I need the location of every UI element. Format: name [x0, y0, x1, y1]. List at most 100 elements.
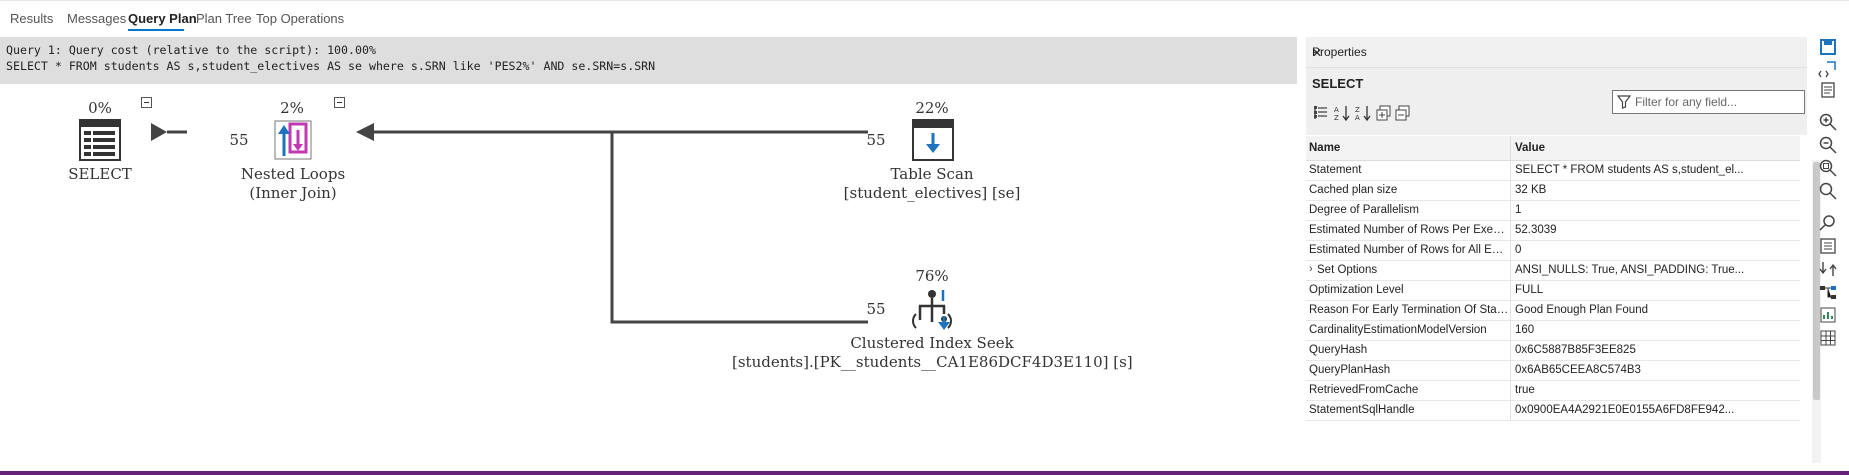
tab-messages[interactable]: Messages	[67, 11, 126, 26]
nested-loops-cost: 2%	[280, 99, 304, 117]
property-value: 0	[1515, 244, 1522, 256]
property-value: Good Enough Plan Found	[1515, 304, 1648, 316]
property-value: 0x6AB65CEEA8C574B3	[1515, 364, 1641, 376]
row-divider	[1510, 320, 1511, 340]
property-value: 32 KB	[1515, 184, 1547, 196]
open-query-icon[interactable]	[1818, 80, 1838, 100]
results-tab-bar: Results Messages Query Plan Plan Tree To…	[0, 2, 1849, 36]
property-row[interactable]: Reason For Early Termination Of Stateme.…	[1306, 300, 1800, 321]
expand-all-icon[interactable]	[1375, 104, 1393, 122]
column-divider[interactable]	[1510, 136, 1511, 160]
properties-filter-input[interactable]	[1635, 93, 1800, 111]
property-name: Estimated Number of Rows for All Execut.…	[1309, 244, 1509, 256]
edge-index-seek-to-nested-loops	[610, 132, 868, 324]
collapse-select-button[interactable]	[141, 97, 152, 108]
tab-plan-tree[interactable]: Plan Tree	[196, 11, 252, 26]
table-scan-label: Table Scan	[890, 165, 974, 183]
sort-descending-icon[interactable]: Z A	[1354, 104, 1372, 122]
tab-top-operations[interactable]: Top Operations	[256, 11, 344, 26]
tab-query-plan[interactable]: Query Plan	[128, 11, 197, 26]
property-value: SELECT * FROM students AS s,student_el..…	[1515, 164, 1744, 176]
filter-icon	[1617, 95, 1631, 109]
close-icon[interactable]: ✕	[1312, 45, 1799, 61]
zoom-in-icon[interactable]	[1818, 112, 1838, 132]
properties-filter-box[interactable]	[1612, 90, 1805, 114]
property-row[interactable]: Degree of Parallelism 1	[1306, 200, 1800, 221]
grid-view-icon[interactable]	[1818, 328, 1838, 348]
property-row[interactable]: Estimated Number of Rows Per Execution 52…	[1306, 220, 1800, 241]
clustered-index-seek-icon[interactable]	[910, 286, 956, 330]
row-divider	[1510, 240, 1511, 260]
svg-text:Z: Z	[1355, 106, 1360, 114]
property-row[interactable]: QueryHash 0x6C5887B85F3EE825	[1306, 340, 1800, 361]
column-header-name: Name	[1309, 142, 1341, 154]
custom-zoom-icon[interactable]	[1818, 181, 1838, 201]
property-name: Cached plan size	[1309, 184, 1398, 196]
chevron-right-icon[interactable]: ›	[1309, 263, 1313, 275]
zoom-to-fit-icon[interactable]	[1818, 158, 1838, 178]
property-row[interactable]: CardinalityEstimationModelVersion 160	[1306, 320, 1800, 341]
row-divider	[1510, 160, 1511, 180]
property-name: QueryPlanHash	[1309, 364, 1391, 376]
nested-loops-icon[interactable]	[272, 118, 314, 162]
column-header-value: Value	[1515, 142, 1546, 154]
property-name: CardinalityEstimationModelVersion	[1309, 324, 1487, 336]
property-name: Optimization Level	[1309, 284, 1404, 296]
tab-results[interactable]: Results	[10, 11, 53, 26]
status-bar	[0, 471, 1849, 475]
categorized-sort-icon[interactable]	[1312, 104, 1330, 122]
edge-rows-scan-to-nested: 55	[866, 131, 886, 149]
property-row[interactable]: QueryPlanHash 0x6AB65CEEA8C574B3	[1306, 360, 1800, 381]
property-name: Set Options	[1317, 264, 1378, 276]
property-value: 0x0900EA4A2921E0E0155A6FD8FE942...	[1515, 404, 1735, 416]
find-node-icon[interactable]	[1818, 213, 1838, 233]
index-seek-label: Clustered Index Seek	[850, 334, 1014, 352]
save-icon[interactable]	[1818, 37, 1838, 57]
properties-object-header: SELECT A Z Z A	[1306, 68, 1807, 135]
row-divider	[1510, 220, 1511, 240]
row-divider	[1510, 180, 1511, 200]
row-divider	[1510, 360, 1511, 380]
select-label: SELECT	[68, 165, 132, 183]
property-row-set-options[interactable]: › Set Options ANSI_NULLS: True, ANSI_PADDI…	[1306, 260, 1800, 281]
show-xml-icon[interactable]	[1818, 59, 1838, 79]
compare-plan-icon[interactable]	[1818, 259, 1838, 279]
plan-action-sidebar	[1807, 37, 1849, 457]
table-scan-icon[interactable]	[912, 119, 954, 161]
zoom-out-icon[interactable]	[1818, 135, 1838, 155]
plan-tree-icon[interactable]	[1818, 282, 1838, 302]
query-cost-line: Query 1: Query cost (relative to the scr…	[6, 43, 376, 57]
property-row[interactable]: Cached plan size 32 KB	[1306, 180, 1800, 201]
sort-ascending-icon[interactable]: A Z	[1333, 104, 1351, 122]
query-header: Query 1: Query cost (relative to the scr…	[0, 37, 1297, 84]
plan-connectors	[151, 123, 868, 324]
index-seek-cost: 76%	[915, 267, 949, 285]
top-border	[0, 0, 1849, 1]
nested-loops-label: Nested Loops	[240, 165, 346, 183]
select-icon[interactable]	[79, 119, 121, 161]
property-row[interactable]: Statement SELECT * FROM students AS s,stu…	[1306, 160, 1800, 181]
svg-text:Z: Z	[1334, 114, 1339, 122]
collapse-nested-loops-button[interactable]	[334, 97, 345, 108]
query-text-line: SELECT * FROM students AS s,student_elec…	[6, 59, 656, 73]
collapse-all-icon[interactable]	[1394, 104, 1412, 122]
property-row[interactable]: RetrievedFromCache true	[1306, 380, 1800, 401]
row-divider	[1510, 280, 1511, 300]
property-name: Degree of Parallelism	[1309, 204, 1419, 216]
properties-grid: Statement SELECT * FROM students AS s,stu…	[1306, 160, 1800, 463]
properties-panel: Properties ✕ SELECT A Z Z A Filter for a…	[1306, 37, 1807, 463]
svg-text:A: A	[1355, 114, 1360, 122]
query-plan-canvas: 0% SELECT 2% Nested Loops (Inner Join) 5…	[0, 84, 1297, 470]
property-name: Statement	[1309, 164, 1362, 176]
property-row[interactable]: StatementSqlHandle 0x0900EA4A2921E0E0155A…	[1306, 400, 1800, 421]
property-row[interactable]: Optimization Level FULL	[1306, 280, 1800, 301]
properties-icon[interactable]	[1818, 236, 1838, 256]
row-divider	[1510, 400, 1511, 420]
properties-object-name: SELECT	[1312, 76, 1364, 91]
arrowhead-select	[151, 123, 167, 141]
property-row[interactable]: Estimated Number of Rows for All Execut.…	[1306, 240, 1800, 261]
arrowhead-nested-loops	[356, 123, 374, 141]
property-name: RetrievedFromCache	[1309, 384, 1419, 396]
top-operations-icon[interactable]	[1818, 305, 1838, 325]
edge-rows-seek-to-nested: 55	[866, 300, 886, 318]
